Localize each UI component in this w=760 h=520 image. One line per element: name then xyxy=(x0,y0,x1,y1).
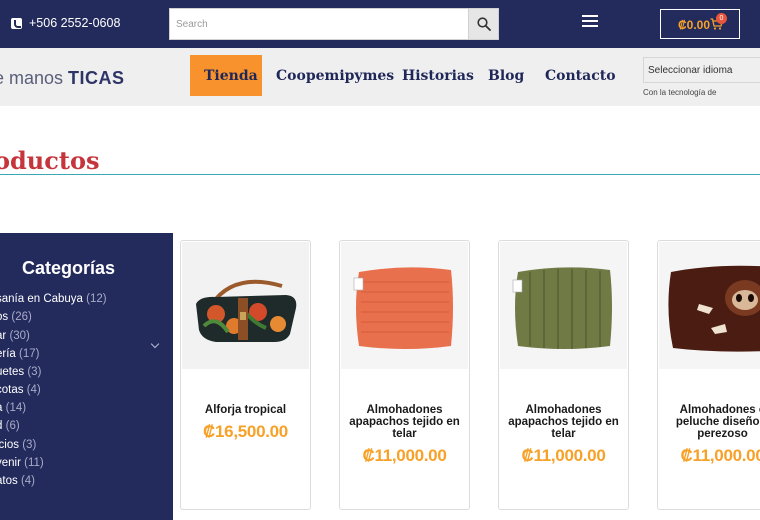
logo-text-light: e manos xyxy=(0,68,69,88)
category-label: ar xyxy=(0,330,7,342)
nav-item-coopemipymes[interactable]: Coopemipymes xyxy=(276,68,394,84)
category-item[interactable]: uetes (3) xyxy=(0,366,41,378)
product-card[interactable]: Almohadones apapachos tejido en telar ₡1… xyxy=(498,240,629,510)
hamburger-icon-bar xyxy=(582,20,598,22)
menu-toggle-button[interactable] xyxy=(582,15,598,27)
top-bar: +506 2552-0608 ₡0.00 0 xyxy=(0,0,760,48)
cart-amount: ₡0.00 xyxy=(678,18,711,32)
category-label: venir xyxy=(0,457,21,469)
categories-sidebar: Categorías sanía en Cabuya (12) os (26) … xyxy=(0,233,173,520)
site-logo[interactable]: e manos TICAS xyxy=(0,68,125,89)
product-image[interactable] xyxy=(500,242,627,369)
search-icon xyxy=(477,17,491,31)
product-name[interactable]: Almohadones c peluche diseño e perezoso xyxy=(662,404,760,440)
category-count: (14) xyxy=(5,402,27,414)
nav-item-tienda[interactable]: Tienda xyxy=(190,55,262,96)
nav-item-historias[interactable]: Historias xyxy=(402,68,474,84)
category-count: (3) xyxy=(27,366,42,378)
search-input[interactable] xyxy=(170,9,468,39)
category-label: sanía en Cabuya xyxy=(0,293,83,305)
product-price: ₡11,000.00 xyxy=(521,446,606,465)
product-name[interactable]: Almohadones apapachos tejido en telar xyxy=(344,404,465,440)
nav-item-blog[interactable]: Blog xyxy=(488,68,524,84)
product-price: ₡16,500.00 xyxy=(203,422,288,441)
powered-by-text: Con la tecnología de xyxy=(643,88,717,97)
category-count: (30) xyxy=(9,330,30,342)
category-count: (17) xyxy=(19,348,40,360)
product-card[interactable]: Alforja tropical ₡16,500.00 xyxy=(180,240,311,510)
product-card[interactable]: Almohadones apapachos tejido en telar ₡1… xyxy=(339,240,470,510)
product-price: ₡11,000.00 xyxy=(680,446,760,465)
phone-number[interactable]: +506 2552-0608 xyxy=(29,16,120,30)
search-button[interactable] xyxy=(468,8,499,40)
category-label: cotas xyxy=(0,384,24,396)
category-count: (4) xyxy=(26,384,41,396)
category-item[interactable]: venir (11) xyxy=(0,457,44,469)
category-count: (6) xyxy=(5,420,20,432)
category-item[interactable]: ería (17) xyxy=(0,348,39,360)
logo-text-bold: TICAS xyxy=(68,68,125,88)
category-label: uetes xyxy=(0,366,25,378)
title-divider xyxy=(0,174,760,175)
nav-item-label: Tienda xyxy=(204,68,258,84)
product-name[interactable]: Alforja tropical xyxy=(185,404,306,416)
product-card[interactable]: Almohadones c peluche diseño e perezoso … xyxy=(657,240,760,510)
category-label: icios xyxy=(0,439,20,451)
category-count: (3) xyxy=(22,439,37,451)
category-item[interactable]: a (14) xyxy=(0,402,26,414)
phone-icon xyxy=(11,18,22,29)
product-price: ₡11,000.00 xyxy=(362,446,447,465)
product-name[interactable]: Almohadones apapachos tejido en telar xyxy=(503,404,624,440)
product-image[interactable] xyxy=(182,242,309,369)
category-item[interactable]: ar (30) xyxy=(0,330,30,342)
main-navigation: e manos TICAS Tienda Coopemipymes Histor… xyxy=(0,48,760,106)
category-item[interactable]: icios (3) xyxy=(0,439,36,451)
category-item[interactable]: sanía en Cabuya (12) xyxy=(0,293,107,305)
category-label: a xyxy=(0,402,2,414)
page-title: oductos xyxy=(0,146,100,175)
category-label: os xyxy=(0,311,9,323)
product-image[interactable] xyxy=(659,242,760,369)
category-label: d xyxy=(0,420,2,432)
page: +506 2552-0608 ₡0.00 0 e manos xyxy=(0,0,760,520)
category-label: atos xyxy=(0,475,18,487)
language-select[interactable]: Seleccionar idioma xyxy=(643,57,760,83)
product-image[interactable] xyxy=(341,242,468,369)
category-count: (4) xyxy=(20,475,36,487)
category-count: (12) xyxy=(86,293,107,305)
nav-item-contacto[interactable]: Contacto xyxy=(545,68,616,84)
cart-count-badge: 0 xyxy=(716,13,727,24)
sidebar-title: Categorías xyxy=(22,258,116,278)
search-box xyxy=(169,8,469,40)
category-count: (26) xyxy=(11,311,32,323)
category-count: (11) xyxy=(24,457,44,469)
category-item[interactable]: os (26) xyxy=(0,311,32,323)
cart-button[interactable]: ₡0.00 0 xyxy=(660,9,740,39)
hamburger-icon-bar xyxy=(582,15,598,17)
category-item[interactable]: cotas (4) xyxy=(0,384,41,396)
category-label: ería xyxy=(0,348,16,360)
chevron-down-icon[interactable] xyxy=(150,339,160,349)
category-item[interactable]: atos (4) xyxy=(0,475,35,487)
hamburger-icon-bar xyxy=(582,25,598,27)
category-item[interactable]: d (6) xyxy=(0,420,20,432)
